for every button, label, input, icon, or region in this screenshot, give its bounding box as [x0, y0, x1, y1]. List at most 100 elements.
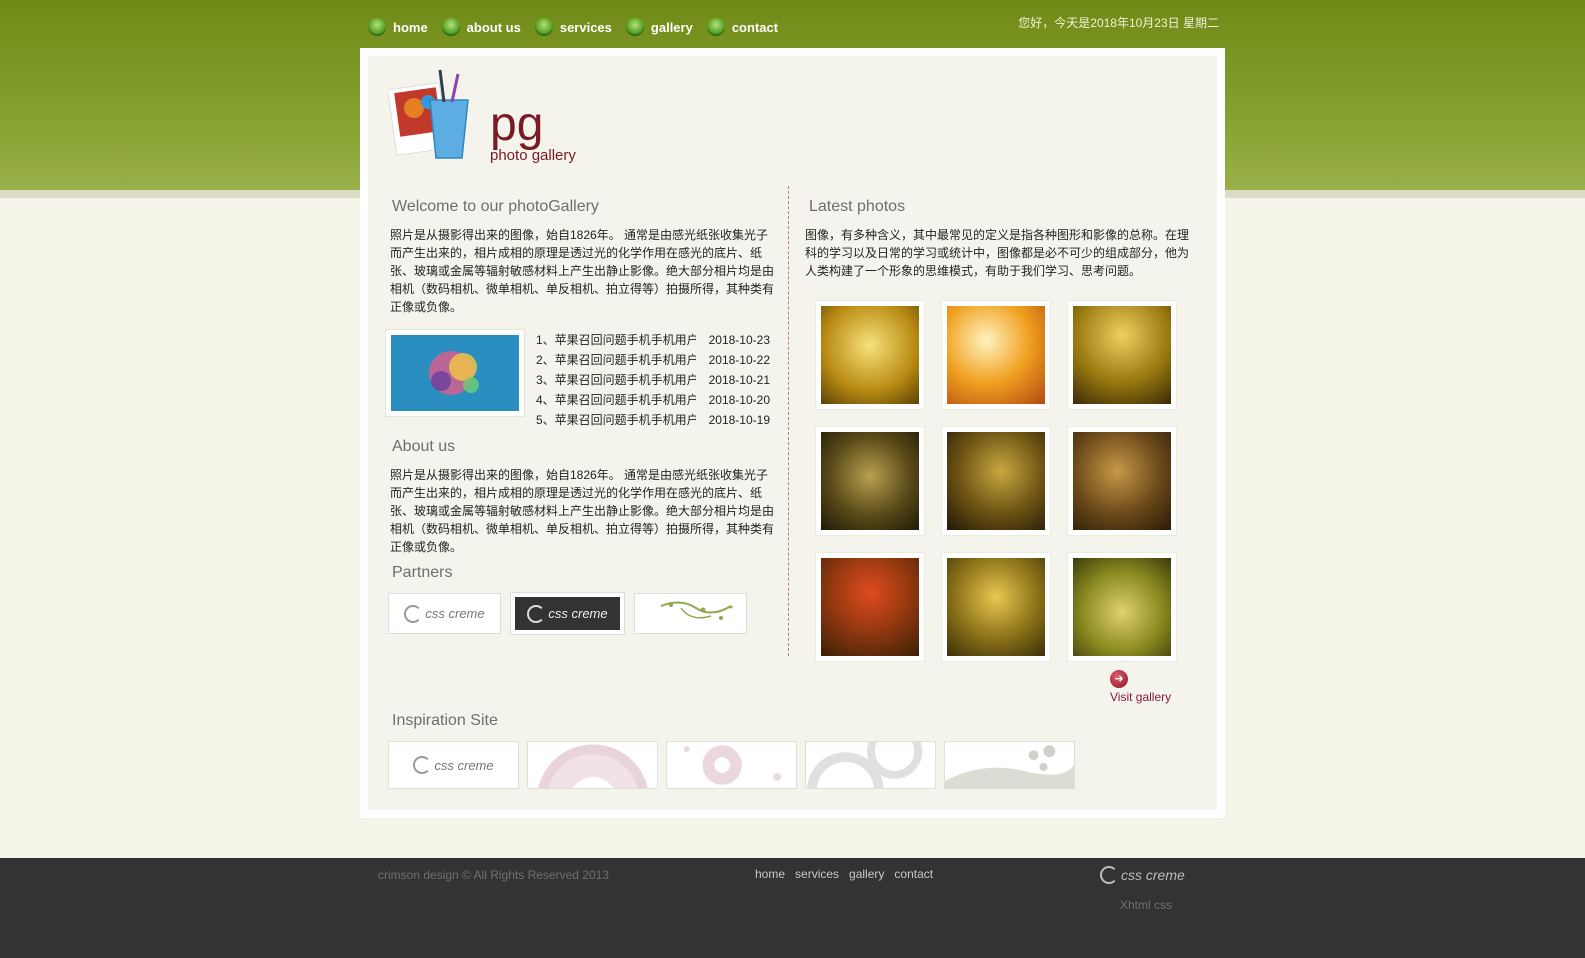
- arcs-pattern-icon: [807, 742, 923, 788]
- gallery-thumbnail[interactable]: [1067, 426, 1177, 536]
- logo-mark: pg: [490, 98, 543, 151]
- latest-photos-title: Latest photos: [809, 198, 906, 215]
- nav-item-about-us[interactable]: about us: [441, 17, 521, 37]
- nav-label: about us: [466, 19, 521, 35]
- news-thumbnail[interactable]: [385, 329, 525, 417]
- nav-item-services[interactable]: services: [534, 17, 612, 37]
- photo-cup-icon: [388, 69, 469, 159]
- inspiration-site[interactable]: [805, 741, 936, 789]
- nav-item-home[interactable]: home: [368, 17, 428, 37]
- gallery-photo: [821, 558, 919, 656]
- wave-dots-pattern-icon: [945, 745, 1074, 788]
- partner-logo-css-creme[interactable]: css creme: [388, 593, 501, 634]
- site-logo[interactable]: pg photo gallery: [388, 66, 618, 176]
- gallery-thumbnail[interactable]: [941, 426, 1051, 536]
- partner-label: css creme: [425, 606, 485, 621]
- inspiration-site[interactable]: [666, 741, 797, 789]
- gallery-thumbnail[interactable]: [815, 426, 925, 536]
- inspiration-site-css-creme[interactable]: css creme: [388, 741, 519, 789]
- news-title: 2、苹果召回问题手机手机用户可以...: [536, 353, 696, 367]
- about-title: About us: [392, 438, 456, 455]
- news-item[interactable]: 1、苹果召回问题手机手机用户可以... 2018-10-23: [536, 330, 770, 350]
- news-date: 2018-10-19: [708, 413, 770, 427]
- gallery-photo: [1073, 306, 1171, 404]
- footer-copyright: crimson design © All Rights Reserved 201…: [378, 868, 609, 882]
- gallery-photo: [947, 432, 1045, 530]
- news-date: 2018-10-22: [708, 353, 770, 367]
- news-item[interactable]: 5、苹果召回问题手机手机用户可以... 2018-10-19: [536, 410, 770, 430]
- date-text: 您好，今天是2018年10月23日 星期二: [1018, 16, 1219, 30]
- css-creme-swirl-icon: [1100, 866, 1118, 884]
- visit-gallery-label: Visit gallery: [1110, 690, 1172, 704]
- inspiration-label: css creme: [434, 757, 494, 773]
- gallery-photo: [821, 306, 919, 404]
- footer-link-contact[interactable]: contact: [894, 867, 933, 881]
- main-nav: home about us services gallery contact: [368, 17, 778, 37]
- news-title: 1、苹果召回问题手机手机用户可以...: [536, 333, 696, 347]
- column-divider: [788, 186, 789, 656]
- footer-logo-label: css creme: [1121, 867, 1185, 883]
- floral-pattern-icon: [660, 601, 732, 620]
- css-creme-swirl-icon: [527, 604, 546, 623]
- footer-link-services[interactable]: services: [795, 867, 839, 881]
- gallery-thumbnail[interactable]: [1067, 552, 1177, 662]
- nav-label: home: [393, 19, 428, 35]
- gallery-photo: [1073, 432, 1171, 530]
- target-pattern-icon: [683, 745, 782, 785]
- gallery-photo: [947, 306, 1045, 404]
- inspiration-list: css creme: [388, 741, 1075, 789]
- partner-logo-floral[interactable]: [634, 593, 747, 634]
- news-date: 2018-10-21: [708, 373, 770, 387]
- nav-bullet-icon: [706, 18, 725, 36]
- gallery-thumbnail[interactable]: [815, 300, 925, 410]
- inspiration-site[interactable]: [944, 741, 1075, 789]
- footer-nav: home services gallery contact: [755, 867, 933, 881]
- news-title: 3、苹果召回问题手机手机用户可以...: [536, 373, 696, 387]
- nav-bullet-icon: [368, 18, 386, 36]
- news-date: 2018-10-20: [708, 393, 770, 407]
- inspiration-site[interactable]: [527, 741, 658, 789]
- nav-bullet-icon: [625, 18, 644, 36]
- css-creme-swirl-icon: [413, 756, 432, 774]
- news-date: 2018-10-23: [708, 333, 770, 347]
- about-text: 照片是从摄影得出来的图像，始自1826年。 通常是由感光纸张收集光子而产生出来的…: [390, 468, 775, 554]
- nav-label: services: [559, 19, 612, 35]
- nav-bullet-icon: [441, 18, 460, 36]
- inspiration-title: Inspiration Site: [392, 712, 498, 729]
- nav-item-gallery[interactable]: gallery: [625, 17, 693, 37]
- partners-list: css creme css creme: [388, 592, 747, 635]
- partners-title: Partners: [392, 564, 453, 581]
- news-list: 1、苹果召回问题手机手机用户可以... 2018-10-23 2、苹果召回问题手…: [536, 330, 770, 430]
- photo-gallery-grid: [815, 300, 1177, 662]
- partner-logo-css-creme-dark[interactable]: css creme: [510, 592, 625, 635]
- latest-photos-text: 图像，有多种含义，其中最常见的定义是指各种图形和影像的总称。在理科的学习以及日常…: [805, 228, 1190, 278]
- gallery-thumbnail[interactable]: [815, 552, 925, 662]
- news-item[interactable]: 4、苹果召回问题手机手机用户可以... 2018-10-20: [536, 390, 770, 410]
- news-item[interactable]: 3、苹果召回问题手机手机用户可以... 2018-10-21: [536, 370, 770, 390]
- footer-xhtml-css[interactable]: Xhtml css: [1120, 898, 1172, 912]
- nav-label: gallery: [650, 19, 693, 35]
- arrow-right-icon: ➜: [1110, 670, 1128, 688]
- news-thumbnail-image: [391, 335, 519, 411]
- nav-item-contact[interactable]: contact: [706, 17, 779, 37]
- css-creme-swirl-icon: [404, 604, 423, 623]
- gallery-photo: [1073, 558, 1171, 656]
- gallery-thumbnail[interactable]: [941, 300, 1051, 410]
- logo-subtitle: photo gallery: [490, 147, 576, 164]
- visit-gallery-link[interactable]: ➜ Visit gallery: [1110, 670, 1171, 704]
- news-title: 5、苹果召回问题手机手机用户可以...: [536, 413, 696, 427]
- gallery-photo: [821, 432, 919, 530]
- footer-css-creme-logo[interactable]: css creme: [1100, 866, 1185, 884]
- nav-bullet-icon: [534, 18, 553, 36]
- footer-link-home[interactable]: home: [755, 867, 785, 881]
- welcome-title: Welcome to our photoGallery: [392, 198, 599, 215]
- nav-label: contact: [731, 19, 779, 35]
- partner-label: css creme: [548, 606, 608, 621]
- footer-link-gallery[interactable]: gallery: [849, 867, 884, 881]
- gallery-thumbnail[interactable]: [1067, 300, 1177, 410]
- gallery-photo: [947, 558, 1045, 656]
- circle-pattern-icon: [538, 744, 648, 788]
- news-item[interactable]: 2、苹果召回问题手机手机用户可以... 2018-10-22: [536, 350, 770, 370]
- news-title: 4、苹果召回问题手机手机用户可以...: [536, 393, 696, 407]
- gallery-thumbnail[interactable]: [941, 552, 1051, 662]
